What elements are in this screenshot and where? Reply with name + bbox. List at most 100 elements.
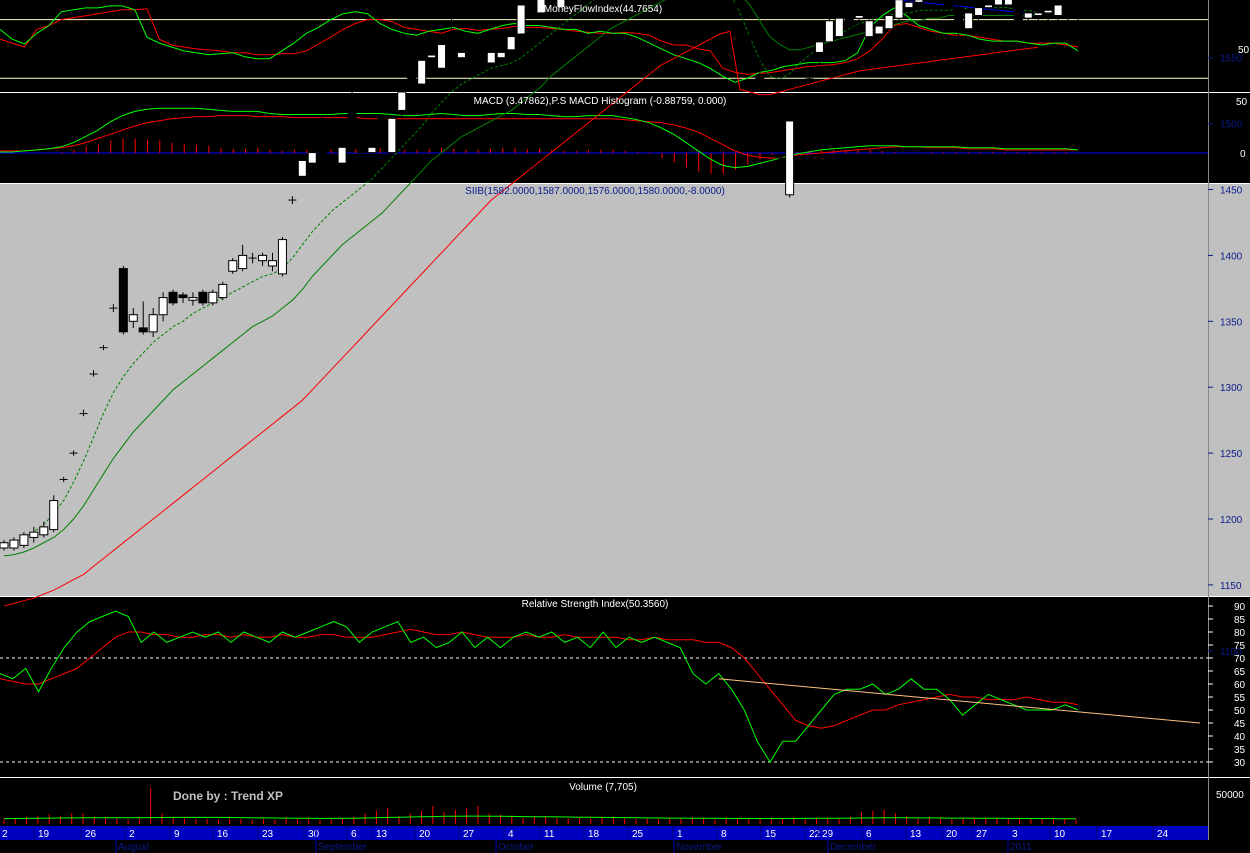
candle-body — [1073, 15, 1083, 19]
candle-body — [974, 7, 984, 17]
rsi-tick-label: 70 — [1234, 654, 1246, 665]
volume-title: Volume (7,705) — [569, 782, 637, 793]
date-month-label: September — [318, 842, 368, 853]
date-day-label: 13 — [910, 829, 922, 840]
candle-body — [317, 123, 327, 162]
candle-body — [993, 0, 1003, 6]
candle-body — [914, 0, 924, 3]
candle-body — [228, 260, 238, 272]
candle-body — [456, 51, 466, 59]
date-day-label: 15 — [765, 829, 777, 840]
candle-body — [198, 291, 208, 304]
price-tick-label: 1250 — [1220, 449, 1243, 460]
rsi-tick-label: 80 — [1234, 628, 1246, 639]
candle-body — [1063, 9, 1073, 17]
rsi-tick-label: 35 — [1234, 745, 1246, 756]
price-tick-label: 1450 — [1220, 186, 1243, 197]
candle-body — [894, 0, 904, 19]
candle-body — [814, 41, 824, 53]
candle-body — [128, 314, 138, 322]
rsi-tick-label: 60 — [1234, 680, 1246, 691]
price-tick-label: 1200 — [1220, 515, 1243, 526]
rsi-tick-label: 50 — [1234, 706, 1246, 717]
candle-body — [178, 294, 188, 299]
candle-body — [944, 0, 954, 9]
candle-body — [437, 44, 447, 69]
date-day-label: 20 — [946, 829, 958, 840]
watermark-label: Done by : Trend XP — [173, 789, 283, 803]
candle-body — [964, 12, 974, 30]
price-panel-bg — [0, 184, 1208, 596]
candle-body — [218, 283, 228, 299]
date-day-label: 19 — [38, 829, 50, 840]
date-day-label: 8 — [721, 829, 727, 840]
candle-body — [904, 1, 914, 9]
candle-body — [49, 500, 59, 531]
date-day-label: 11 — [544, 829, 555, 840]
candle-body — [397, 91, 407, 111]
date-day-label: 18 — [588, 829, 600, 840]
date-day-label: 24 — [1157, 829, 1169, 840]
candle-body — [824, 20, 834, 43]
candle-body — [954, 7, 964, 30]
candle-body — [834, 17, 844, 38]
rsi-tick-label: 75 — [1234, 641, 1246, 652]
candle-body — [1033, 12, 1043, 17]
date-day-label: 6 — [866, 829, 872, 840]
macd-tick-label: 50 — [1236, 97, 1248, 108]
price-tick-label: 1500 — [1220, 120, 1243, 131]
stock-chart: 50 500 110011501200125013001350140014501… — [0, 0, 1250, 853]
candle-body — [486, 51, 496, 64]
date-day-label: 9 — [174, 829, 180, 840]
date-day-label: 10 — [1054, 829, 1066, 840]
price-title: SIIB(1582.0000,1587.0000,1576.0000,1580.… — [465, 186, 725, 197]
date-month-label: 2011 — [1010, 842, 1032, 853]
date-month-label: August — [118, 842, 149, 853]
rsi-tick-label: 55 — [1234, 693, 1246, 704]
candle-body — [277, 239, 287, 275]
date-day-label: 6 — [351, 829, 357, 840]
rsi-tick-label: 65 — [1234, 667, 1246, 678]
date-day-label: 2 — [129, 829, 135, 840]
candle-body — [516, 4, 526, 35]
candle-body — [785, 120, 795, 196]
candle-body — [357, 141, 367, 154]
candle-body — [844, 12, 854, 27]
candle-body — [158, 297, 168, 316]
date-day-label: 1 — [677, 829, 683, 840]
candle-body — [984, 4, 993, 9]
candle-body — [506, 36, 516, 51]
rsi-tick-label: 90 — [1234, 602, 1246, 613]
candle-body — [297, 160, 307, 177]
rsi-tick-label: 45 — [1234, 719, 1246, 730]
rsi-title: Relative Strength Index(50.3560) — [522, 599, 669, 610]
candle-body — [168, 291, 178, 304]
price-tick-label: 1350 — [1220, 317, 1243, 328]
date-day-label: 13 — [376, 829, 388, 840]
price-tick-label: 1400 — [1220, 251, 1243, 262]
date-month-label: October — [498, 842, 534, 853]
macd-tick-label: 0 — [1240, 149, 1246, 160]
candle-body — [337, 146, 347, 164]
candle-body — [238, 254, 248, 270]
date-day-label: 20 — [419, 829, 431, 840]
candle-body — [188, 297, 198, 301]
candle-body — [138, 327, 148, 333]
price-tick-label: 1150 — [1220, 581, 1242, 592]
candle-body — [347, 94, 357, 148]
candle-body — [864, 20, 874, 38]
candle-body — [387, 117, 397, 154]
rsi-tick-label: 30 — [1234, 758, 1246, 769]
macd-title: MACD (3.47862),P.S MACD Histogram (-0.88… — [474, 96, 727, 107]
candle-body — [1013, 0, 1023, 22]
date-day-label: 2 — [2, 829, 8, 840]
date-day-label: 23 — [262, 829, 274, 840]
date-month-label: November — [676, 842, 723, 853]
date-day-label: 26 — [85, 829, 97, 840]
price-tick-label: 1550 — [1220, 54, 1243, 65]
candle-body — [1043, 9, 1053, 14]
candle-body — [367, 146, 377, 154]
candle-body — [447, 46, 456, 53]
date-day-label: 27 — [463, 829, 475, 840]
candle-body — [874, 25, 884, 35]
